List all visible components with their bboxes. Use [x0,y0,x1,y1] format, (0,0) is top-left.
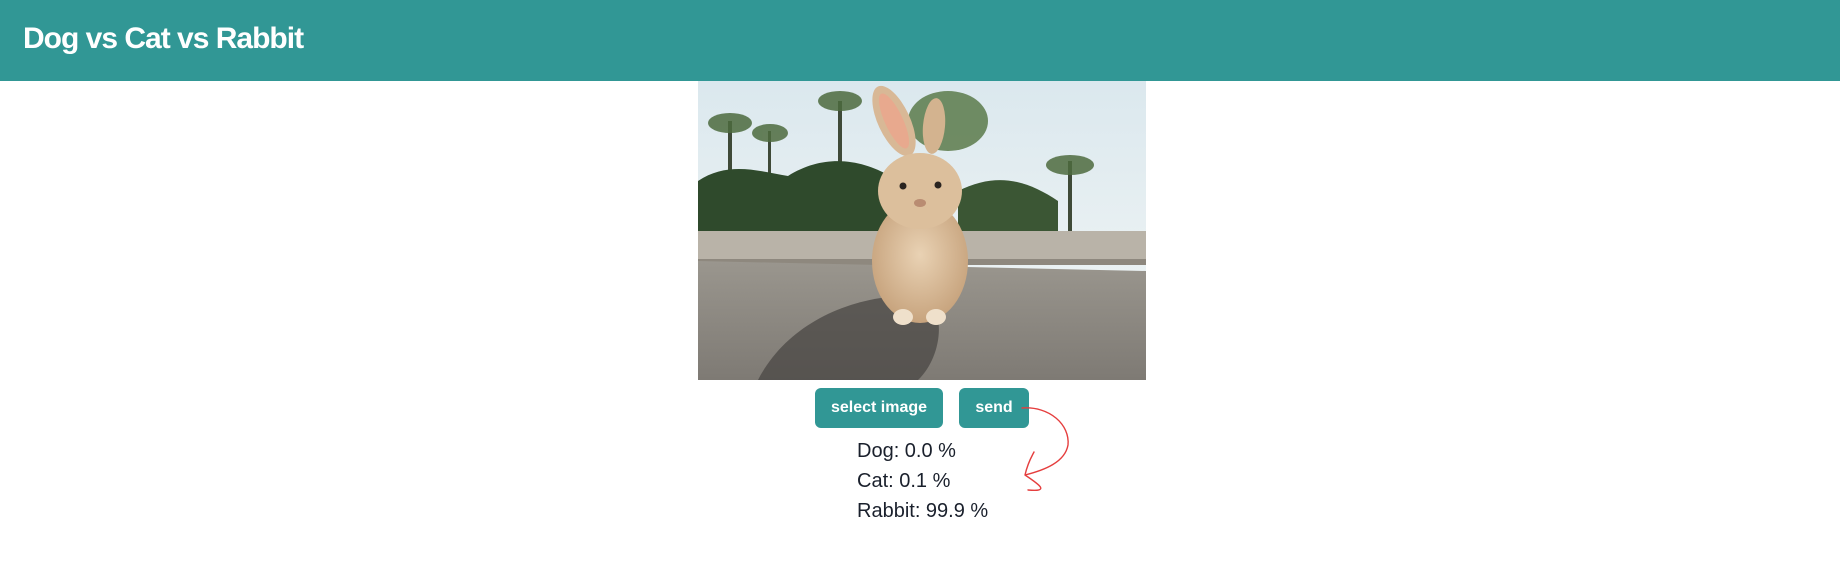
result-cat: Cat: 0.1 % [857,470,951,492]
app-title: Dog vs Cat vs Rabbit [23,22,304,55]
app-header: Dog vs Cat vs Rabbit [0,0,1840,81]
hand-drawn-arrow-annotation [1021,407,1069,492]
result-rabbit: Rabbit: 99.9 % [857,500,989,522]
preview-image [698,81,1146,380]
select-image-button[interactable]: select image [815,388,943,428]
prediction-results: Dog: 0.0 % Cat: 0.1 % Rabbit: 99.9 % [857,436,988,526]
send-button[interactable]: send [959,388,1029,428]
result-dog: Dog: 0.0 % [857,440,956,462]
